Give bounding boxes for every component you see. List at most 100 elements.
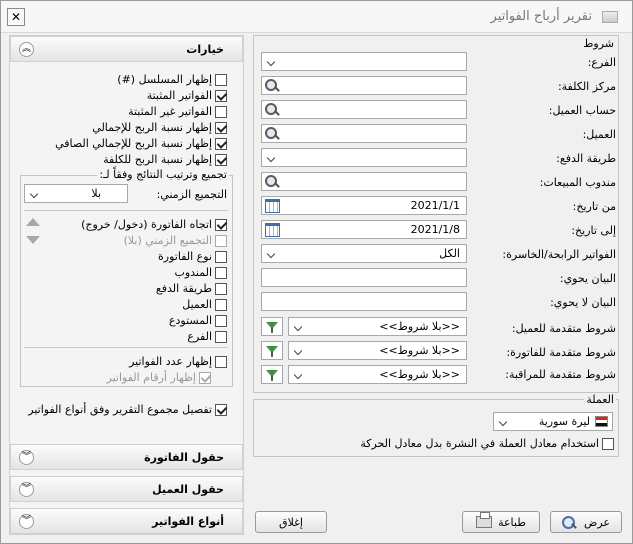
checkbox[interactable] [215,137,227,150]
chevron-down-icon[interactable] [263,150,281,165]
check-posted-invoices[interactable]: الفواتير المثبتة [147,88,227,103]
options-pane: ︽ خيارات إظهار المسلسل (#) الفواتير المث… [9,35,244,535]
check-detail-types[interactable]: تفصيل مجموع التقرير وفق أنواع الفواتير [28,402,227,417]
check-use-bulletin-rate[interactable]: استخدام معادل العملة في النشرة بدل معادل… [360,436,614,451]
view-button[interactable]: عرض [550,511,622,533]
payment-method-select[interactable] [261,148,467,167]
filter-icon[interactable] [261,365,283,384]
move-up-icon[interactable] [26,218,40,226]
close-icon[interactable]: ✕ [7,8,25,26]
calendar-icon[interactable] [265,199,280,213]
check-profit-total[interactable]: إظهار نسبة الربح للإجمالي [92,120,227,135]
checkbox[interactable] [215,89,227,102]
checkbox[interactable] [215,218,227,231]
profit-loss-select[interactable]: الكل [261,244,467,263]
check-label: الفواتير غير المثبتة [128,105,212,118]
field-label: شروط متقدمة للعميل: [511,322,616,335]
chevron-down-icon[interactable] [290,319,308,334]
checkbox[interactable] [215,298,227,311]
customer-advanced-select[interactable]: <<بلا شروط>> [288,317,467,336]
search-icon[interactable] [265,127,279,141]
checkbox[interactable] [215,282,227,295]
checkbox[interactable] [215,105,227,118]
check-label: نوع الفاتورة [158,250,212,263]
checkbox[interactable] [215,121,227,134]
customer-input[interactable] [261,124,467,143]
search-icon[interactable] [265,175,279,189]
checkbox[interactable] [602,437,614,450]
field-label: الفرع: [587,56,616,69]
statement-contains-input[interactable] [261,268,467,287]
checkbox[interactable] [215,355,227,368]
group-salesman[interactable]: المندوب [174,265,227,280]
group-invoice-type[interactable]: نوع الفاتورة [158,249,227,264]
chevron-down-icon[interactable]: ︾ [19,482,34,497]
section-label: حقول الفاتورة [144,451,224,464]
monitor-advanced-select[interactable]: <<بلا شروط>> [288,365,467,384]
close-button[interactable]: إغلاق [255,511,327,533]
section-invoice-fields[interactable]: ︾ حقول الفاتورة [10,444,243,470]
options-header[interactable]: ︽ خيارات [10,36,243,62]
checkbox[interactable] [215,250,227,263]
group-customer[interactable]: العميل [182,297,227,312]
field-label: البيان يحوي: [559,272,616,285]
chevron-down-icon[interactable] [495,414,513,429]
search-icon[interactable] [265,103,279,117]
checkbox[interactable] [215,314,227,327]
filter-icon[interactable] [261,317,283,336]
time-grouping-select[interactable]: بلا [24,184,128,203]
checkbox[interactable] [215,403,227,416]
check-profit-cost[interactable]: إظهار نسبة الربح للكلفة [103,152,227,167]
section-customer-fields[interactable]: ︾ حقول العميل [10,476,243,502]
check-profit-net[interactable]: إظهار نسبة الربح للإجمالي الصافي [55,136,227,151]
conditions-title: شروط [581,37,616,50]
select-value: بلا [91,187,101,200]
checkbox[interactable] [215,153,227,166]
group-invoice-direction[interactable]: اتجاه الفاتورة (دخول/ خروج) [81,217,227,232]
chevron-down-icon[interactable] [290,343,308,358]
check-label: المستودع [168,314,212,327]
customer-account-input[interactable] [261,100,467,119]
print-button[interactable]: طباعة [462,511,540,533]
currency-select[interactable]: ليرة سورية [493,412,613,431]
cost-center-input[interactable] [261,76,467,95]
checkbox[interactable] [215,73,227,86]
button-label: إغلاق [279,515,303,529]
check-label: إظهار نسبة الربح للإجمالي الصافي [55,137,212,150]
group-branch[interactable]: الفرع [187,329,227,344]
divider [24,347,228,348]
check-label: إظهار عدد الفواتير [129,355,212,368]
check-label: استخدام معادل العملة في النشرة بدل معادل… [360,437,599,450]
select-value: ليرة سورية [538,415,590,428]
field-label: حساب العميل: [548,104,616,117]
check-unposted-invoices[interactable]: الفواتير غير المثبتة [128,104,227,119]
checkbox[interactable] [215,266,227,279]
statement-not-contains-input[interactable] [261,292,467,311]
chevron-down-icon[interactable]: ︾ [19,514,34,529]
branch-select[interactable] [261,52,467,71]
calendar-icon[interactable] [265,223,280,237]
to-date-input[interactable]: 2021/1/8 [261,220,467,239]
check-show-serial[interactable]: إظهار المسلسل (#) [117,72,227,87]
chevron-down-icon[interactable] [263,54,281,69]
invoice-advanced-select[interactable]: <<بلا شروط>> [288,341,467,360]
currency-title: العملة [584,393,616,406]
check-show-count[interactable]: إظهار عدد الفواتير [129,354,227,369]
salesman-input[interactable] [261,172,467,191]
chevron-down-icon[interactable] [26,186,44,201]
search-icon[interactable] [265,79,279,93]
filter-icon[interactable] [261,341,283,360]
chevron-up-icon[interactable]: ︽ [19,42,34,57]
section-invoice-types[interactable]: ︾ أنواع الفواتير [10,508,243,534]
checkbox [215,234,227,247]
chevron-down-icon[interactable] [290,367,308,382]
checkbox[interactable] [215,330,227,343]
chevron-down-icon[interactable]: ︾ [19,450,34,465]
chevron-down-icon[interactable] [263,246,281,261]
group-warehouse[interactable]: المستودع [169,313,227,328]
title-bar: ✕ تقرير أرباح الفواتير [1,1,632,33]
preview-icon [562,515,578,529]
group-payment-method[interactable]: طريقة الدفع [156,281,227,296]
move-down-icon[interactable] [26,236,40,244]
from-date-input[interactable]: 2021/1/1 [261,196,467,215]
